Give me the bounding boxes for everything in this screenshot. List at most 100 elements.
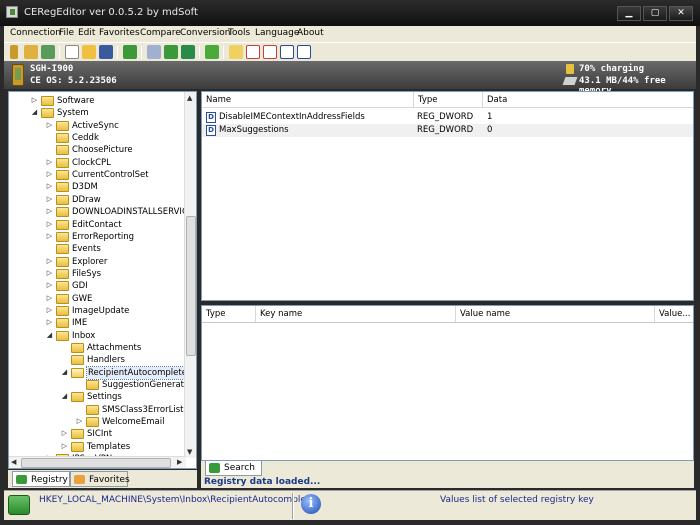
- column-header-value-name[interactable]: Value name: [456, 306, 655, 322]
- tree-node[interactable]: ◢ Settings: [9, 391, 185, 403]
- expand-icon[interactable]: ▷: [46, 195, 53, 203]
- registry-icon[interactable]: [41, 45, 55, 59]
- tree-node[interactable]: ▷ Software: [9, 95, 185, 107]
- tree-node[interactable]: ▷ ActiveSync: [9, 120, 185, 132]
- expand-icon[interactable]: ▷: [46, 232, 53, 240]
- tree-node[interactable]: ▷ ClockCPL: [9, 157, 185, 169]
- tree-node[interactable]: ▷ GWE: [9, 293, 185, 305]
- tree-node[interactable]: ▷ ImageUpdate: [9, 305, 185, 317]
- connect-icon[interactable]: [24, 45, 38, 59]
- value-row[interactable]: D MaxSuggestions REG_DWORD 0: [202, 124, 693, 137]
- menu-connection[interactable]: Connection: [10, 28, 61, 38]
- expand-icon[interactable]: ▷: [46, 257, 53, 265]
- menu-favorites[interactable]: Favorites: [99, 28, 140, 38]
- tree-node[interactable]: ▷ WelcomeEmail: [9, 416, 185, 428]
- tree-node[interactable]: ▷ DOWNLOADINSTALLSERVICE: [9, 206, 193, 218]
- menu-about[interactable]: About: [297, 28, 324, 38]
- import-icon[interactable]: [181, 45, 195, 59]
- expand-icon[interactable]: ▷: [46, 319, 53, 326]
- dword-value-icon[interactable]: [280, 45, 294, 59]
- expand-icon[interactable]: ▷: [76, 418, 83, 425]
- search-results[interactable]: Type Key name Value name Value...: [201, 305, 694, 461]
- scroll-up-icon[interactable]: ▲: [187, 94, 192, 102]
- refresh-icon[interactable]: [123, 45, 137, 59]
- expand-icon[interactable]: ▷: [46, 294, 53, 302]
- close-button[interactable]: ✕: [669, 6, 693, 21]
- expand-icon[interactable]: ▷: [46, 158, 53, 166]
- menu-tools[interactable]: Tools: [228, 28, 250, 38]
- binary-value-icon[interactable]: [297, 45, 311, 59]
- tree-node[interactable]: ▷ SICInt: [9, 428, 185, 440]
- column-header-key-name[interactable]: Key name: [256, 306, 456, 322]
- tree-node[interactable]: ▷ DDraw: [9, 194, 185, 206]
- menu-compare[interactable]: Compare: [140, 28, 181, 38]
- collapse-icon[interactable]: ◢: [61, 393, 68, 400]
- tree-node[interactable]: ChoosePicture: [9, 144, 185, 156]
- expand-icon[interactable]: ▷: [46, 306, 53, 314]
- tree-node[interactable]: Ceddk: [9, 132, 185, 144]
- tree-node[interactable]: ▷ FileSys: [9, 268, 185, 280]
- menu-edit[interactable]: Edit: [78, 28, 95, 38]
- tree-node[interactable]: ◢ RecipientAutocomplete: [9, 365, 189, 380]
- tree-node[interactable]: SMSClass3ErrorList: [9, 404, 185, 416]
- string-value-icon[interactable]: [246, 45, 260, 59]
- column-header-value[interactable]: Value...: [655, 306, 693, 322]
- registry-tree[interactable]: ▷ Software ◢ System ▷ ActiveSync Ceddk ChoosePi…: [8, 91, 197, 469]
- expand-icon[interactable]: ▷: [61, 430, 68, 437]
- tree-node[interactable]: ▷ CurrentControlSet: [9, 169, 185, 181]
- tree-node[interactable]: ◢ Inbox: [9, 330, 185, 342]
- collapse-icon[interactable]: ◢: [31, 109, 38, 116]
- menu-conversion[interactable]: Conversion: [180, 28, 230, 38]
- compare-icon[interactable]: [205, 45, 219, 59]
- column-header-data[interactable]: Data: [483, 92, 693, 108]
- tree-node[interactable]: Events: [9, 243, 185, 255]
- expand-icon[interactable]: ▷: [61, 442, 68, 450]
- scroll-thumb[interactable]: [21, 458, 171, 468]
- tree-node[interactable]: ▷ ErrorReporting: [9, 231, 185, 243]
- maximize-button[interactable]: ▢: [643, 6, 667, 21]
- tab-registry[interactable]: Registry: [12, 471, 70, 487]
- new-file-icon[interactable]: [65, 45, 79, 59]
- tab-favorites[interactable]: Favorites: [70, 471, 130, 487]
- collapse-icon[interactable]: ◢: [46, 331, 53, 339]
- tab-search[interactable]: Search: [205, 461, 262, 476]
- tree-node[interactable]: ▷ D3DM: [9, 181, 185, 193]
- expand-icon[interactable]: ▷: [46, 171, 53, 178]
- tree-node[interactable]: ◢ System: [9, 107, 185, 119]
- collapse-icon[interactable]: ◢: [61, 368, 68, 376]
- save-icon[interactable]: [99, 45, 113, 59]
- expand-icon[interactable]: ▷: [46, 282, 53, 289]
- expand-icon[interactable]: ▷: [46, 183, 53, 190]
- open-folder-icon[interactable]: [82, 45, 96, 59]
- column-header-type[interactable]: Type: [202, 306, 256, 322]
- values-list[interactable]: Name Type Data D DisableIMEContextInAddr…: [201, 91, 694, 301]
- device-icon[interactable]: [10, 45, 18, 59]
- copy-icon[interactable]: [147, 45, 161, 59]
- tree-node[interactable]: ▷ IME: [9, 317, 185, 329]
- scroll-left-icon[interactable]: ◀: [11, 458, 16, 466]
- multistring-value-icon[interactable]: [263, 45, 277, 59]
- expand-icon[interactable]: ▷: [46, 269, 53, 277]
- tree-node[interactable]: SuggestionGenerators: [9, 379, 196, 391]
- value-row[interactable]: D DisableIMEContextInAddressFields REG_D…: [202, 111, 693, 124]
- tree-node[interactable]: Attachments: [9, 342, 185, 354]
- tree-horizontal-scrollbar[interactable]: ◀ ▶: [9, 456, 186, 468]
- expand-icon[interactable]: ▷: [46, 208, 53, 215]
- column-header-type[interactable]: Type: [414, 92, 483, 108]
- tree-node[interactable]: ▷ Templates: [9, 441, 185, 453]
- tree-node[interactable]: ▷ GDI: [9, 280, 185, 292]
- scroll-thumb[interactable]: [186, 216, 196, 356]
- menu-file[interactable]: File: [59, 28, 74, 38]
- column-header-name[interactable]: Name: [202, 92, 414, 108]
- minimize-button[interactable]: ▁: [617, 6, 641, 21]
- scroll-down-icon[interactable]: ▼: [187, 448, 192, 456]
- new-key-icon[interactable]: [229, 45, 243, 59]
- scroll-right-icon[interactable]: ▶: [177, 458, 182, 466]
- export-icon[interactable]: [164, 45, 178, 59]
- expand-icon[interactable]: ▷: [31, 97, 38, 104]
- tree-node[interactable]: ▷ Explorer: [9, 256, 185, 268]
- expand-icon[interactable]: ▷: [46, 220, 53, 228]
- menu-language[interactable]: Language: [255, 28, 299, 38]
- expand-icon[interactable]: ▷: [46, 121, 53, 129]
- tree-node[interactable]: Handlers: [9, 354, 185, 366]
